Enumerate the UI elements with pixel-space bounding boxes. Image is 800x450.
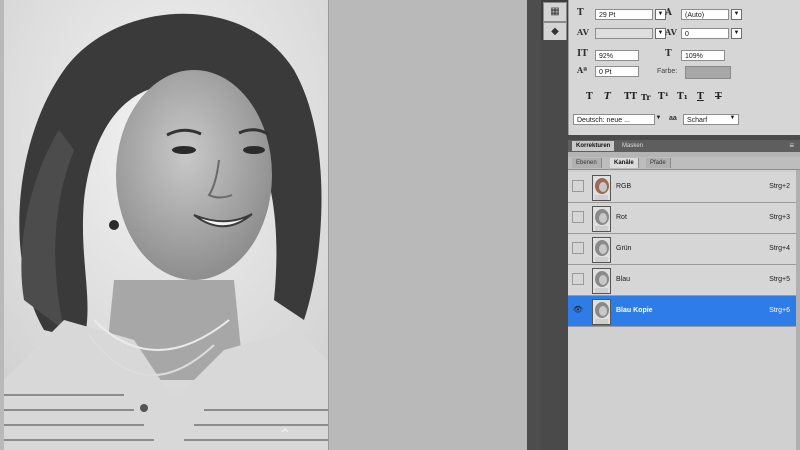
channel-row[interactable]: Rot Strg+3: [568, 203, 796, 234]
channels-tab-bar: Ebenen Kanäle Pfade: [568, 157, 800, 170]
channel-shortcut: Strg+4: [769, 245, 790, 252]
text-color-swatch[interactable]: [685, 66, 731, 79]
panel-menu-icon[interactable]: ≡: [785, 141, 798, 151]
baseline-shift-field[interactable]: 0 Pt: [595, 66, 639, 77]
style-faux-italic-button[interactable]: T: [604, 92, 611, 102]
visibility-eye-icon[interactable]: [572, 273, 584, 285]
adjustments-tab-bar: Korrekturen Masken ≡: [568, 140, 800, 152]
channel-shortcut: Strg+5: [769, 276, 790, 283]
style-small-caps-button[interactable]: Tr: [641, 92, 651, 102]
document-image[interactable]: [4, 0, 329, 450]
tracking-icon: AV: [665, 27, 677, 37]
leading-field[interactable]: (Auto): [681, 9, 729, 20]
visibility-eye-icon[interactable]: 👁: [572, 304, 584, 316]
style-faux-bold-button[interactable]: T: [586, 92, 593, 102]
portrait-photo: [4, 0, 328, 450]
channel-thumbnail: [592, 299, 611, 325]
dock-icon-palette[interactable]: ▦: [543, 2, 567, 22]
antialias-dropdown-icon[interactable]: ▼: [727, 114, 738, 125]
tracking-field[interactable]: 0: [681, 28, 729, 39]
channel-name: Blau Kopie: [616, 307, 653, 314]
channel-name: Rot: [616, 214, 627, 221]
leading-dropdown-icon[interactable]: ▼: [731, 9, 742, 20]
style-subscript-button[interactable]: T₁: [677, 92, 688, 102]
tab-ebenen[interactable]: Ebenen: [572, 158, 602, 168]
channel-list: RGB Strg+2 Rot Strg+3 Grün Strg+4 Blau Strg+5 👁 B…: [568, 170, 800, 450]
channel-row[interactable]: Blau Strg+5: [568, 265, 796, 296]
channel-list-scrollbar[interactable]: [796, 170, 800, 450]
font-size-field[interactable]: 29 Pt: [595, 9, 653, 20]
channel-row[interactable]: RGB Strg+2: [568, 172, 796, 203]
horizontal-scale-icon: T: [665, 49, 672, 59]
kerning-field[interactable]: [595, 28, 653, 39]
channel-name: Blau: [616, 276, 631, 283]
vertical-scale-icon: IT: [577, 49, 588, 59]
tab-kanaele[interactable]: Kanäle: [610, 158, 639, 168]
tab-pfade[interactable]: Pfade: [646, 158, 671, 168]
channel-name: RGB: [616, 183, 632, 190]
tracking-dropdown-icon[interactable]: ▼: [731, 28, 742, 39]
channel-shortcut: Strg+2: [769, 183, 790, 190]
channel-thumbnail: [592, 268, 611, 294]
dock-icon-styles[interactable]: ◆: [543, 22, 567, 42]
visibility-eye-icon[interactable]: [572, 242, 584, 254]
language-select[interactable]: Deutsch: neue ...: [573, 114, 655, 125]
style-strikethrough-button[interactable]: T: [715, 92, 722, 102]
scroll-up-icon[interactable]: ⌃: [270, 425, 300, 447]
vertical-scale-field[interactable]: 92%: [595, 50, 639, 61]
channel-shortcut: Strg+6: [769, 307, 790, 314]
tab-korrekturen[interactable]: Korrekturen: [572, 141, 615, 151]
character-panel: T 29 Pt ▼ A (Auto) ▼ AV ▼ AV 0 ▼ IT 92% …: [568, 0, 800, 135]
baseline-shift-icon: Aª: [577, 65, 588, 75]
channel-name: Grün: [616, 245, 632, 252]
visibility-eye-icon[interactable]: [572, 211, 584, 223]
channel-thumbnail: [592, 237, 611, 263]
language-dropdown-icon[interactable]: ▼: [653, 114, 664, 125]
channel-thumbnail: [592, 175, 611, 201]
font-size-icon: T: [577, 8, 584, 18]
style-all-caps-button[interactable]: TT: [624, 92, 637, 102]
channel-row[interactable]: Grün Strg+4: [568, 234, 796, 265]
panel-gutter: [527, 0, 541, 450]
antialias-icon: aa: [669, 115, 677, 122]
visibility-eye-icon[interactable]: [572, 180, 584, 192]
dock-empty-area: [541, 40, 568, 450]
style-superscript-button[interactable]: T¹: [658, 92, 669, 102]
color-label: Farbe:: [657, 68, 678, 75]
leading-icon: A: [665, 8, 672, 18]
channel-row[interactable]: 👁 Blau Kopie Strg+6: [568, 296, 796, 327]
channel-thumbnail: [592, 206, 611, 232]
channel-shortcut: Strg+3: [769, 214, 790, 221]
style-underline-button[interactable]: T: [697, 92, 704, 102]
tab-masken[interactable]: Masken: [618, 141, 647, 151]
horizontal-scale-field[interactable]: 109%: [681, 50, 725, 61]
kerning-icon: AV: [577, 27, 589, 37]
